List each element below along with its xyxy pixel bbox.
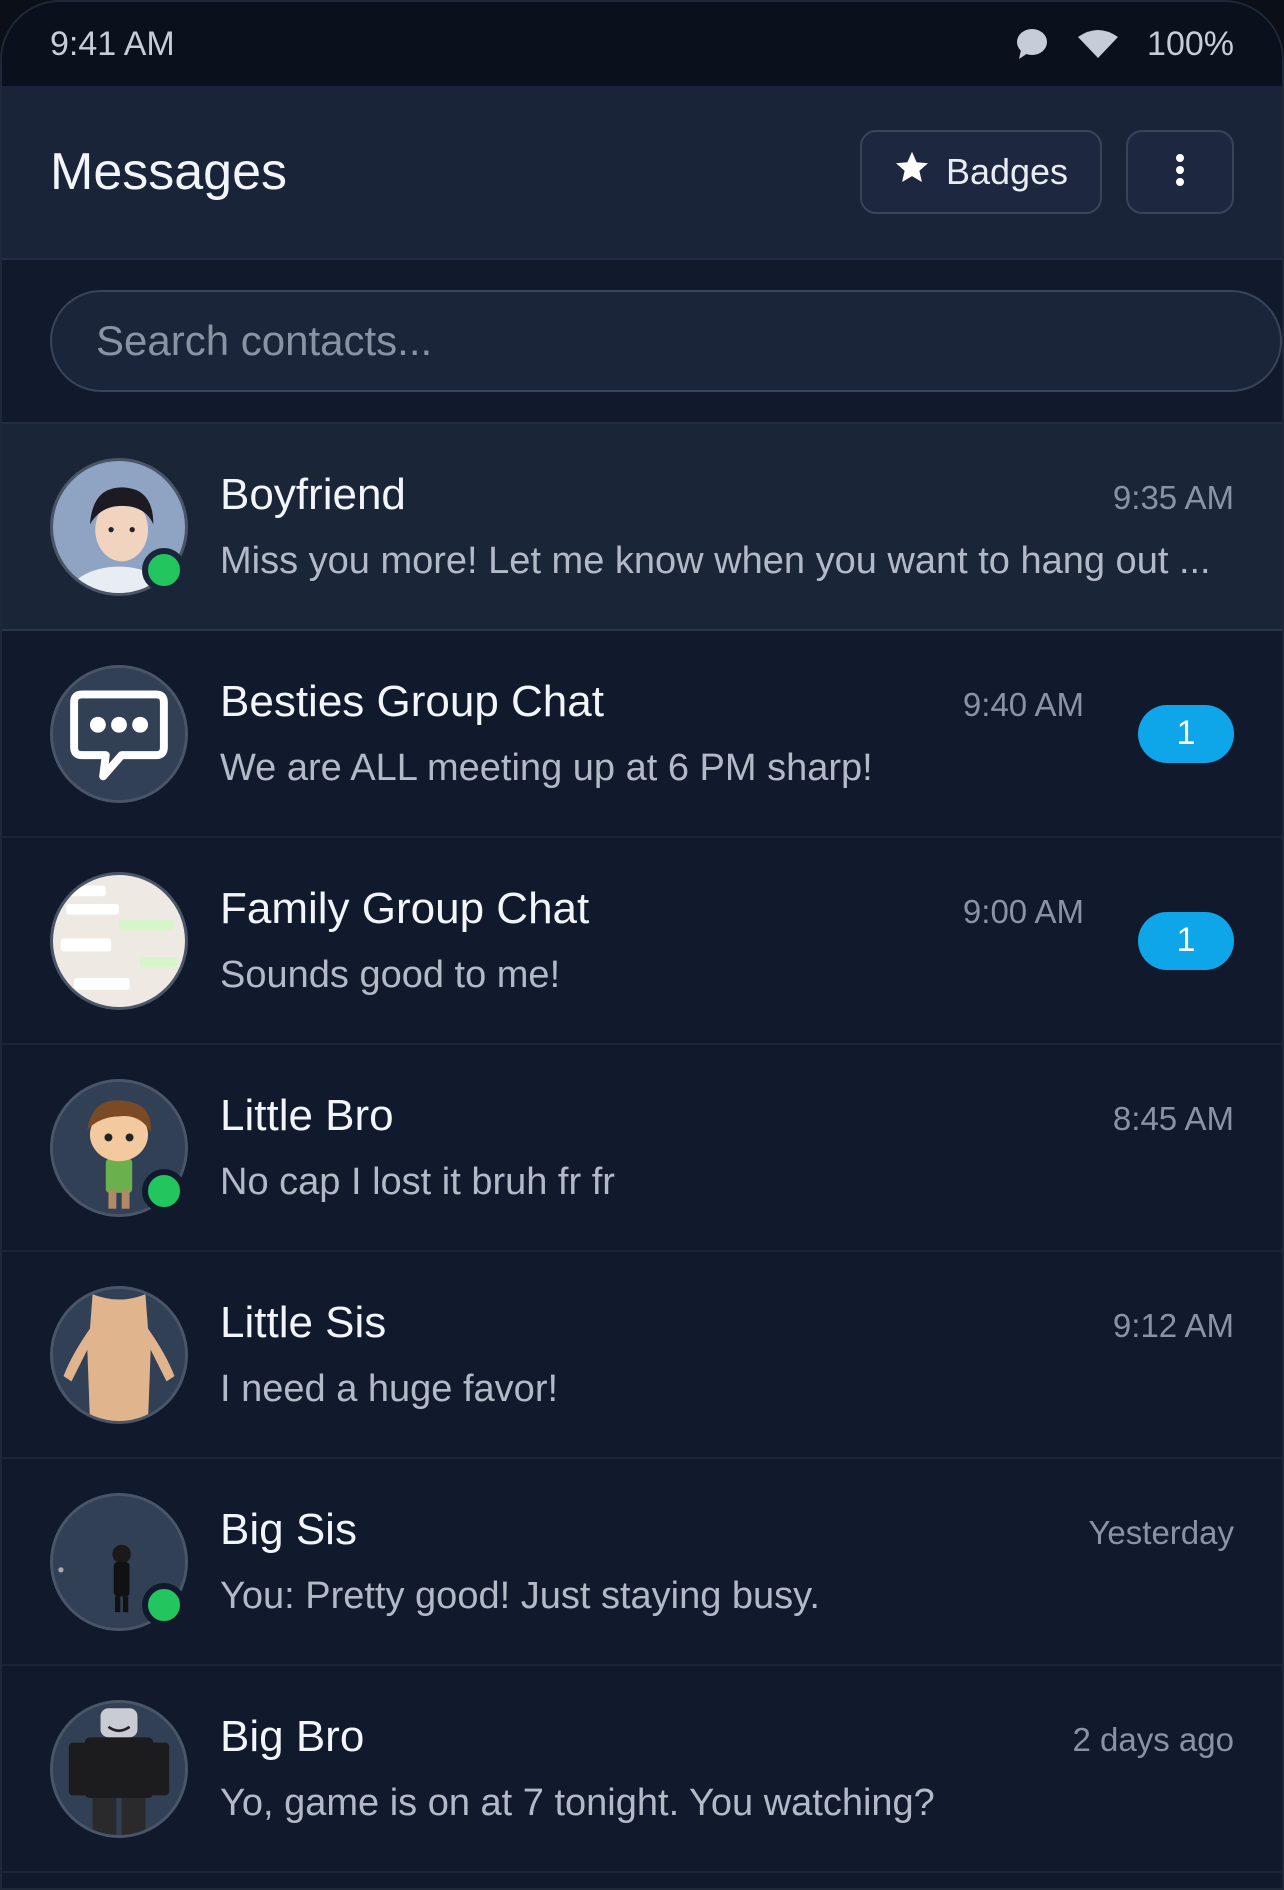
conversation-body: Family Group Chat 9:00 AM Sounds good to…: [220, 884, 1084, 997]
unread-count-badge: 1: [1138, 911, 1234, 970]
badges-button[interactable]: Badges: [860, 130, 1102, 214]
avatar-wrap: [50, 664, 188, 803]
chat-bubble-icon: [1015, 28, 1049, 60]
conversation-row-big-sis[interactable]: Big Sis Yesterday You: Pretty good! Just…: [2, 1459, 1282, 1666]
group-chat-avatar: [50, 664, 188, 803]
unread-count-badge: 1: [1138, 704, 1234, 763]
conversation-body: Big Sis Yesterday You: Pretty good! Just…: [220, 1505, 1234, 1618]
status-icons: 100%: [1015, 25, 1234, 64]
wifi-icon: [1077, 29, 1119, 59]
message-time: 9:12 AM: [1112, 1307, 1234, 1344]
conversation-row-big-bro[interactable]: Big Bro 2 days ago Yo, game is on at 7 t…: [2, 1666, 1282, 1873]
conversation-list: Boyfriend 9:35 AM Miss you more! Let me …: [2, 424, 1282, 1873]
contact-name: Big Bro: [220, 1712, 365, 1761]
message-preview: No cap I lost it bruh fr fr: [220, 1161, 615, 1203]
status-bar: 9:41 AM 100%: [2, 2, 1282, 86]
conversation-row-little-sis[interactable]: Little Sis 9:12 AM I need a huge favor!: [2, 1252, 1282, 1459]
conversation-row-little-bro[interactable]: Little Bro 8:45 AM No cap I lost it bruh…: [2, 1045, 1282, 1252]
message-time: Yesterday: [1088, 1514, 1234, 1551]
conversation-body: Little Bro 8:45 AM No cap I lost it bruh…: [220, 1091, 1234, 1204]
conversation-body: Little Sis 9:12 AM I need a huge favor!: [220, 1298, 1234, 1411]
contact-name: Little Bro: [220, 1091, 394, 1140]
search-bar: [2, 260, 1282, 424]
phone-screen: 9:41 AM 100% Messages Badges Search cont…: [0, 0, 1284, 1890]
conversation-row-besties-group-chat[interactable]: Besties Group Chat 9:40 AM We are ALL me…: [2, 631, 1282, 838]
star-icon: [894, 151, 930, 194]
message-preview: Sounds good to me!: [220, 954, 561, 996]
avatar-wrap: [50, 457, 188, 596]
search-input[interactable]: [50, 290, 1282, 392]
message-preview: Miss you more! Let me know when you want…: [220, 540, 1211, 582]
online-status-dot: [142, 1582, 186, 1627]
page-title: Messages: [50, 143, 287, 201]
message-time: 9:00 AM: [962, 893, 1084, 930]
header-actions: Badges: [860, 130, 1234, 214]
conversation-body: Boyfriend 9:35 AM Miss you more! Let me …: [220, 470, 1234, 583]
avatar-wrap: [50, 1492, 188, 1631]
badges-button-label: Badges: [945, 151, 1069, 192]
conversation-body: Big Bro 2 days ago Yo, game is on at 7 t…: [220, 1712, 1234, 1825]
avatar: [50, 1285, 188, 1424]
avatar-wrap: [50, 1699, 188, 1838]
message-preview: You: Pretty good! Just staying busy.: [220, 1575, 820, 1617]
battery-level: 100%: [1147, 24, 1234, 63]
status-time: 9:41 AM: [50, 24, 175, 63]
message-preview: I need a huge favor!: [220, 1368, 559, 1410]
contact-name: Big Sis: [220, 1505, 357, 1554]
online-status-dot: [142, 547, 186, 592]
app-header: Messages Badges: [2, 86, 1282, 260]
more-vertical-icon: [1175, 153, 1185, 191]
message-time: 9:40 AM: [962, 686, 1084, 723]
contact-name: Family Group Chat: [220, 884, 590, 933]
avatar: [50, 1699, 188, 1838]
conversation-body: Besties Group Chat 9:40 AM We are ALL me…: [220, 677, 1084, 790]
avatar-wrap: [50, 1078, 188, 1217]
conversation-row-boyfriend[interactable]: Boyfriend 9:35 AM Miss you more! Let me …: [2, 424, 1282, 631]
more-options-button[interactable]: [1126, 130, 1234, 214]
chat-screenshot-avatar: [50, 871, 188, 1010]
contact-name: Besties Group Chat: [220, 677, 604, 726]
conversation-row-family-group-chat[interactable]: Family Group Chat 9:00 AM Sounds good to…: [2, 838, 1282, 1045]
contact-name: Little Sis: [220, 1298, 387, 1347]
avatar-wrap: [50, 871, 188, 1010]
online-status-dot: [142, 1168, 186, 1213]
avatar-wrap: [50, 1285, 188, 1424]
contact-name: Boyfriend: [220, 470, 406, 519]
message-time: 9:35 AM: [1112, 479, 1234, 516]
message-time: 8:45 AM: [1112, 1100, 1234, 1137]
message-preview: We are ALL meeting up at 6 PM sharp!: [220, 747, 873, 789]
message-time: 2 days ago: [1072, 1721, 1234, 1758]
message-preview: Yo, game is on at 7 tonight. You watchin…: [220, 1782, 935, 1824]
